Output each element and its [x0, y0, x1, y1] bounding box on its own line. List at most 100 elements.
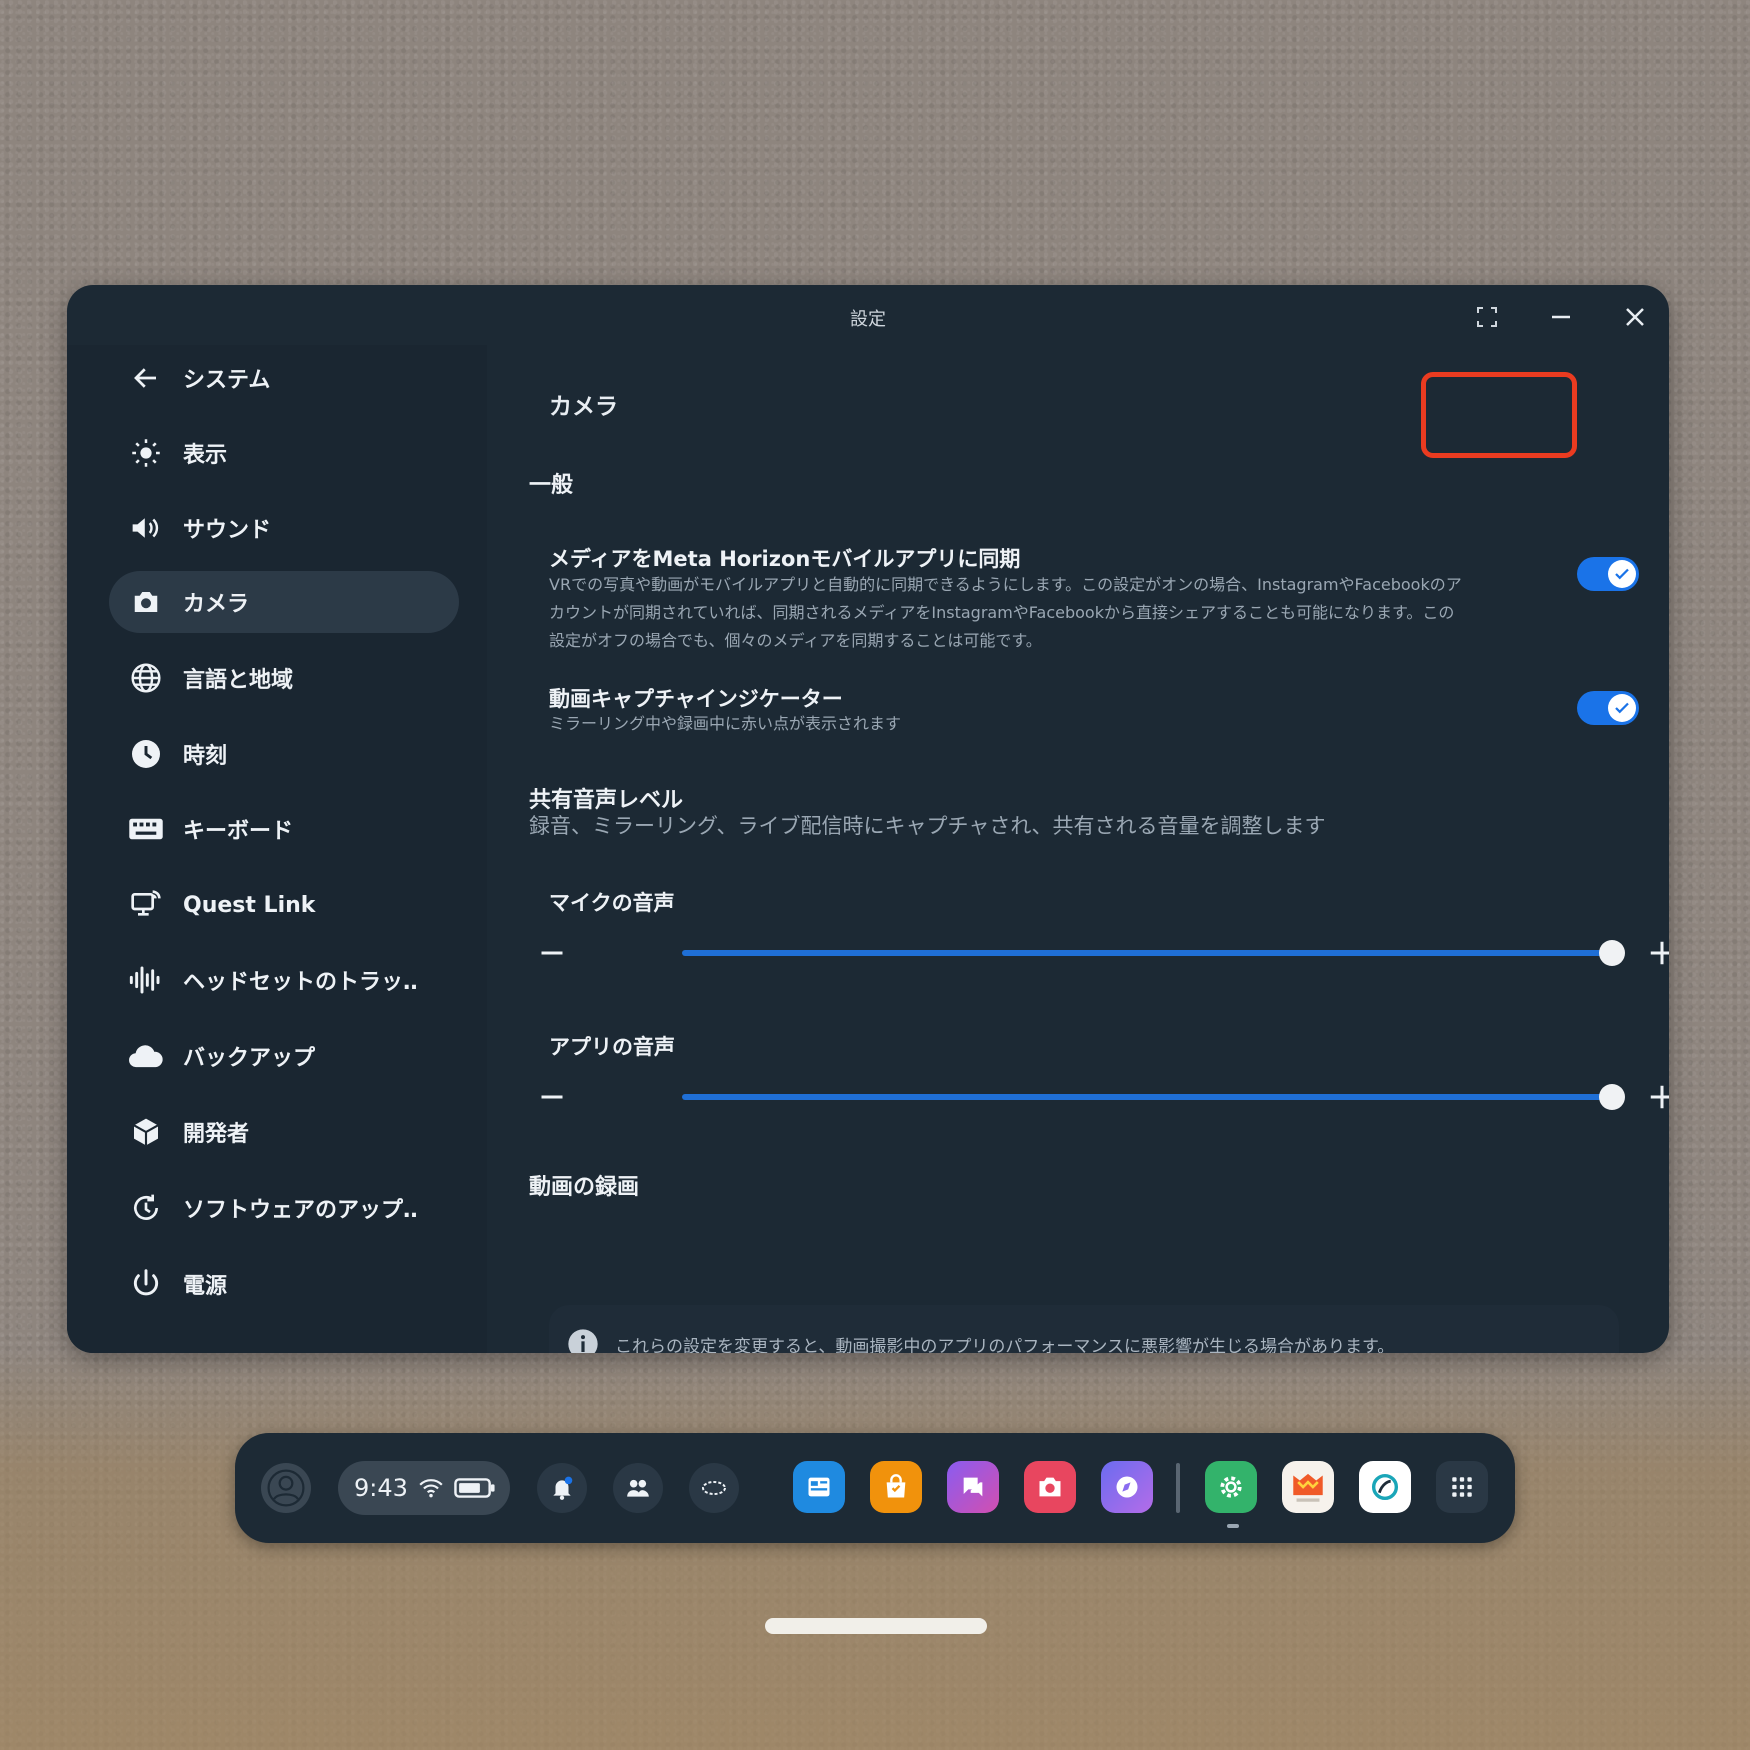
- sidebar-item-camera[interactable]: カメラ: [109, 571, 459, 633]
- sidebar-item-label: カメラ: [183, 592, 250, 617]
- sidebar-item-backup[interactable]: バックアップ: [109, 1025, 459, 1087]
- store-app-icon[interactable]: [870, 1461, 922, 1513]
- chat-icon: [963, 1477, 983, 1497]
- sidebar-item-power[interactable]: 電源: [109, 1253, 459, 1315]
- app-library-button[interactable]: [1436, 1461, 1488, 1513]
- sidebar-item-headset-tracking[interactable]: ヘッドセットのトラッ‥: [109, 949, 459, 1011]
- shared-audio-description: 録音、ミラーリング、ライブ配信時にキャプチャされ、共有される音量を調整します: [529, 814, 1326, 838]
- sidebar-item-label: Quest Link: [183, 892, 316, 918]
- sidebar-item-quest-link[interactable]: Quest Link: [109, 874, 459, 936]
- sidebar-item-keyboard[interactable]: キーボード: [109, 798, 459, 860]
- title-bar[interactable]: 設定: [67, 285, 1669, 345]
- mic-slider-track[interactable]: [682, 950, 1612, 956]
- plus-icon: [1650, 941, 1669, 965]
- quick-settings-pill[interactable]: 9:43: [338, 1461, 510, 1515]
- check-icon: [1608, 560, 1636, 588]
- people-button[interactable]: [613, 1463, 663, 1513]
- clock-icon: [123, 731, 169, 777]
- settings-app-icon[interactable]: [1205, 1461, 1257, 1513]
- battery-icon: [454, 1477, 496, 1499]
- app-decrease-button[interactable]: [532, 1077, 572, 1117]
- sidebar-item-label: サウンド: [183, 518, 272, 543]
- app-audio-label: アプリの音声: [549, 1035, 675, 1059]
- sidebar-item-label: キーボード: [183, 819, 294, 844]
- app-increase-button[interactable]: [1642, 1077, 1669, 1117]
- sidebar-item-time[interactable]: 時刻: [109, 723, 459, 785]
- grid-icon: [1452, 1477, 1472, 1497]
- globe-icon: [123, 655, 169, 701]
- page-title: カメラ: [549, 394, 618, 420]
- sidebar-item-label: ソフトウェアのアップ‥: [183, 1198, 418, 1223]
- compass-icon: [1116, 1476, 1138, 1498]
- speaker-icon: [123, 505, 169, 551]
- keyboard-icon: [123, 806, 169, 852]
- notice-text: これらの設定を変更すると、動画撮影中のアプリのパフォーマンスに悪影響が生じる場合…: [615, 1336, 1395, 1354]
- mic-audio-label: マイクの音声: [549, 891, 675, 915]
- camera-icon: [123, 579, 169, 625]
- horizon-icon: [1371, 1473, 1399, 1501]
- browser-app-icon[interactable]: [793, 1461, 845, 1513]
- shopping-bag-icon: [886, 1474, 906, 1498]
- sync-toggle[interactable]: [1577, 557, 1639, 591]
- minimize-button[interactable]: [1541, 297, 1581, 337]
- home-indicator-bar[interactable]: [765, 1618, 987, 1634]
- camera-icon: [1039, 1477, 1061, 1497]
- sidebar-item-developer[interactable]: 開発者: [109, 1101, 459, 1163]
- floor-background: [0, 1350, 1750, 1750]
- window-title: 設定: [850, 309, 886, 330]
- sticker-app-icon[interactable]: [1282, 1461, 1334, 1513]
- sync-title: メディアをMeta Horizonモバイルアプリに同期: [549, 547, 1021, 571]
- sidebar: システム 表示 サウンド カメラ 言語と地域 時刻 キーボード Quest Li…: [67, 345, 487, 1353]
- capture-indicator-description: ミラーリング中や録画中に赤い点が表示されます: [549, 714, 902, 733]
- profile-icon: [267, 1469, 305, 1507]
- app-slider-track[interactable]: [682, 1094, 1612, 1100]
- check-icon: [1608, 694, 1636, 722]
- general-heading: 一般: [529, 473, 574, 498]
- explore-app-icon[interactable]: [1101, 1461, 1153, 1513]
- bell-icon: [553, 1476, 573, 1500]
- sync-description: VRでの写真や動画がモバイルアプリと自動的に同期できるようにします。この設定がオ…: [549, 575, 1462, 650]
- capture-indicator-toggle[interactable]: [1577, 691, 1639, 725]
- capture-indicator-title: 動画キャプチャインジケーター: [549, 687, 843, 711]
- mascot-icon: [1293, 1473, 1323, 1502]
- close-icon: [1626, 308, 1644, 326]
- sidebar-item-label: 言語と地域: [183, 668, 294, 693]
- app-slider-thumb[interactable]: [1599, 1084, 1625, 1110]
- horizon-app-icon[interactable]: [1359, 1461, 1411, 1513]
- expand-button[interactable]: [1467, 297, 1507, 337]
- plus-icon: [1650, 1085, 1669, 1109]
- sidebar-item-label: 時刻: [183, 744, 228, 769]
- main-content: カメラ 一般 メディアをMeta Horizonモバイルアプリに同期 VRでの写…: [487, 345, 1669, 1353]
- close-button[interactable]: [1615, 297, 1655, 337]
- power-icon: [123, 1261, 169, 1307]
- sidebar-item-label: 開発者: [183, 1122, 250, 1147]
- mic-increase-button[interactable]: [1642, 933, 1669, 973]
- people-icon: [627, 1479, 649, 1497]
- active-app-indicator: [1227, 1524, 1239, 1528]
- boundary-button[interactable]: [689, 1463, 739, 1513]
- browser-icon: [808, 1477, 830, 1497]
- expand-icon: [1477, 307, 1497, 327]
- camera-app-icon[interactable]: [1024, 1461, 1076, 1513]
- taskbar: 9:43: [235, 1433, 1515, 1543]
- sidebar-item-display[interactable]: 表示: [109, 422, 459, 484]
- messenger-app-icon[interactable]: [947, 1461, 999, 1513]
- arrow-left-icon: [123, 355, 169, 401]
- mic-slider-thumb[interactable]: [1599, 940, 1625, 966]
- sidebar-item-language-region[interactable]: 言語と地域: [109, 647, 459, 709]
- quest-link-icon: [123, 882, 169, 928]
- sidebar-item-sound[interactable]: サウンド: [109, 497, 459, 559]
- sidebar-item-label: バックアップ: [183, 1046, 316, 1071]
- sidebar-item-back-system[interactable]: システム: [109, 347, 459, 409]
- video-recording-heading: 動画の録画: [529, 1175, 640, 1200]
- sun-icon: [123, 430, 169, 476]
- shared-audio-heading: 共有音声レベル: [529, 788, 684, 813]
- notifications-button[interactable]: [537, 1463, 587, 1513]
- avatar[interactable]: [261, 1463, 311, 1513]
- cloud-icon: [123, 1033, 169, 1079]
- sidebar-item-label: 表示: [183, 443, 228, 468]
- mic-decrease-button[interactable]: [532, 933, 572, 973]
- sidebar-item-software-update[interactable]: ソフトウェアのアップ‥: [109, 1177, 459, 1239]
- cube-icon: [123, 1109, 169, 1155]
- boundary-icon: [702, 1481, 726, 1495]
